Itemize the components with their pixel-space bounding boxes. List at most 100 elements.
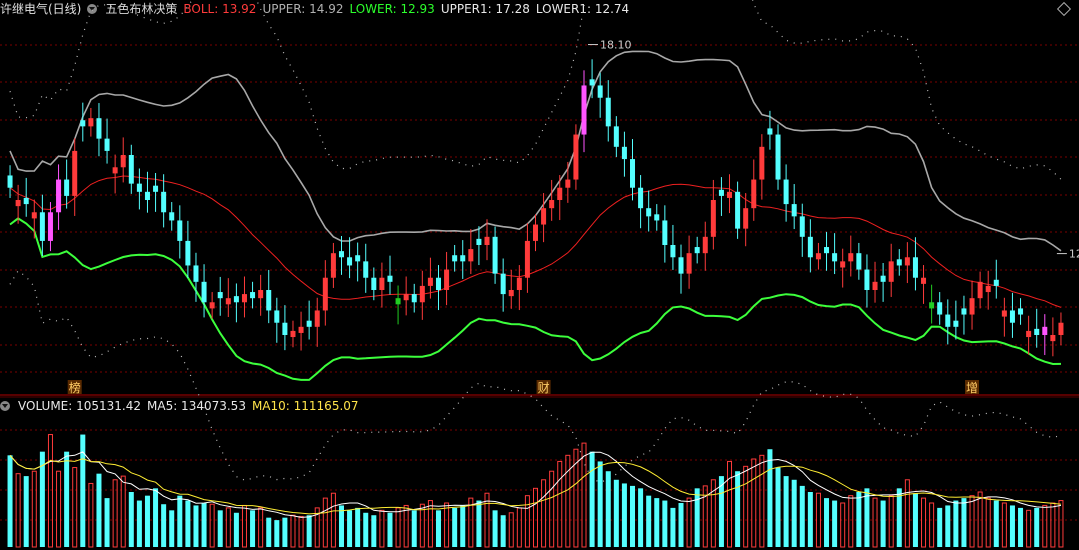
volume-bar — [775, 467, 781, 547]
candle-body — [541, 208, 547, 225]
candle-body — [516, 277, 522, 290]
candle-body — [646, 208, 652, 217]
volume-bar — [31, 470, 37, 548]
volume-bar — [1034, 507, 1040, 547]
volume-bar — [832, 500, 838, 547]
candle-body — [355, 255, 361, 262]
volume-bar — [492, 510, 498, 547]
high-price-label: 18.10 — [600, 39, 632, 52]
candle-body — [710, 200, 716, 237]
volume-bar — [241, 504, 247, 548]
candle-body — [613, 126, 619, 147]
volume-bar — [646, 495, 652, 547]
candle-body — [136, 183, 142, 192]
candle-body — [662, 220, 668, 245]
candle-body — [1058, 322, 1064, 335]
candle-body — [395, 298, 401, 305]
candle-body — [581, 85, 587, 135]
candle-body — [96, 118, 102, 139]
candle-body — [484, 236, 490, 245]
volume-bar — [47, 434, 53, 548]
volume-bar — [395, 507, 401, 548]
candle-body — [88, 118, 94, 127]
ma10-line — [9, 454, 1062, 515]
candle-body — [945, 314, 951, 327]
volume-bar — [120, 475, 126, 548]
low-price-label: 12.99 — [1069, 248, 1079, 261]
volume-bar — [541, 479, 547, 548]
volume-bar — [815, 492, 821, 548]
candle-body — [654, 214, 660, 221]
candle-body — [427, 277, 433, 286]
volume-bar — [387, 512, 393, 547]
volume-bar — [209, 503, 215, 548]
volume-bar — [532, 487, 539, 548]
volume-bar — [1026, 509, 1032, 548]
candle-body — [1026, 330, 1032, 338]
candle-body — [718, 189, 724, 196]
candle-body — [201, 281, 207, 303]
candle-body — [80, 120, 86, 127]
volume-bar — [993, 500, 999, 547]
price-annotations: 18.1012.99榜财增预 — [67, 39, 1079, 395]
candle-body — [702, 236, 708, 254]
candle-body — [1001, 310, 1007, 317]
volume-bar — [258, 507, 264, 548]
candle-body — [347, 257, 353, 266]
volume-bar — [435, 510, 441, 547]
volume-bar — [694, 488, 700, 547]
volume-bar — [549, 470, 555, 548]
candle-body — [120, 155, 126, 168]
volume-bar — [929, 502, 935, 548]
volume-bar — [524, 495, 530, 548]
volume-bar — [783, 476, 789, 547]
volume-bar — [969, 495, 975, 548]
candle-body — [605, 97, 611, 127]
volume-bar — [282, 517, 288, 547]
candle-body — [775, 134, 781, 180]
candle-body — [1009, 310, 1015, 323]
candle-body — [452, 255, 458, 262]
volume-bar — [638, 488, 644, 547]
candle-body — [112, 167, 118, 174]
volume-bar — [985, 497, 991, 548]
candle-body — [322, 277, 328, 311]
volume-bar — [153, 488, 159, 547]
candle-body — [500, 273, 506, 295]
candle-body — [880, 275, 886, 282]
volume-bar — [56, 470, 62, 548]
volume-bar — [759, 454, 765, 548]
volume-bar — [452, 507, 458, 547]
volume-bar — [136, 500, 142, 547]
candle-body — [840, 261, 846, 268]
volume-bar — [274, 520, 280, 547]
candle-body — [460, 255, 466, 262]
volume-bar — [743, 465, 749, 548]
candle-body — [250, 292, 256, 299]
candle-body — [298, 326, 304, 333]
candle-body — [630, 159, 636, 188]
volume-bar — [411, 510, 417, 547]
volume-bar — [1050, 502, 1056, 548]
volume-bar — [1058, 500, 1064, 548]
candlestick-chart[interactable]: 18.1012.99榜财增预 — [0, 0, 1079, 550]
volume-bars — [7, 434, 1064, 548]
volume-bar — [840, 502, 846, 548]
volume-bar — [807, 492, 813, 547]
volume-bar — [516, 507, 522, 548]
volume-bar — [298, 515, 304, 548]
volume-bar — [96, 473, 102, 547]
volume-bar — [953, 500, 959, 547]
candle-body — [161, 191, 167, 213]
candle-body — [274, 310, 280, 323]
volume-bar — [605, 471, 611, 547]
candle-body — [864, 269, 870, 290]
volume-bar — [64, 451, 70, 547]
candle-body — [961, 308, 967, 315]
volume-bar — [888, 495, 894, 548]
volume-bar — [476, 500, 482, 547]
volume-bar — [824, 498, 830, 547]
candle-body — [64, 179, 70, 196]
candle-body — [225, 298, 231, 305]
volume-bar — [872, 497, 878, 548]
